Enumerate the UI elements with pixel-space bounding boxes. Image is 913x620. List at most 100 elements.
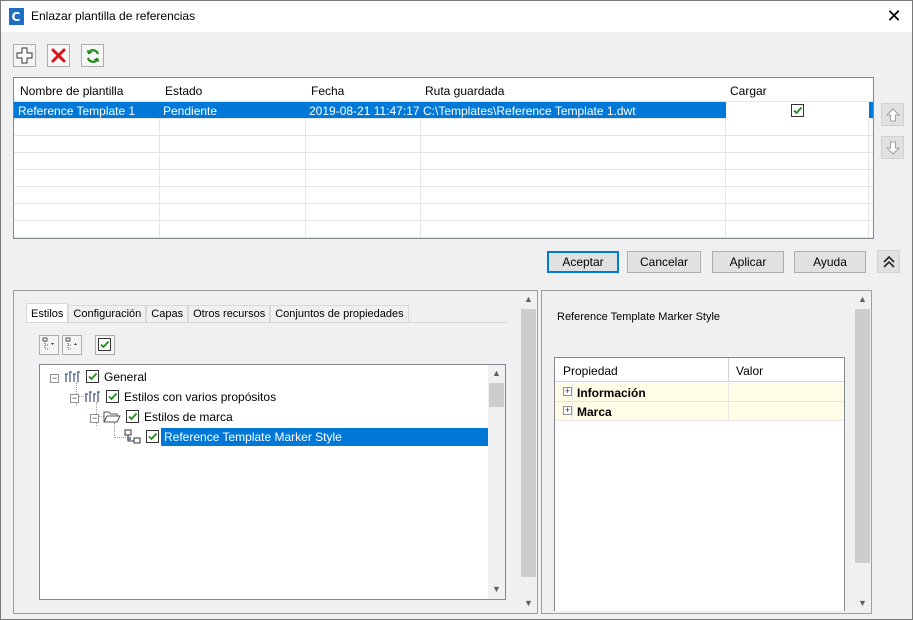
column-divider xyxy=(728,358,729,382)
cell-path: C:\Templates\Reference Template 1.dwt xyxy=(423,104,636,118)
table-row-empty xyxy=(14,204,873,221)
tree-node-general[interactable]: General xyxy=(104,368,147,386)
double-chevron-up-icon xyxy=(882,255,895,268)
scroll-thumb[interactable] xyxy=(489,383,504,407)
tab-other-resources[interactable]: Otros recursos xyxy=(188,305,271,323)
table-row-empty xyxy=(14,170,873,187)
checkmark-icon xyxy=(793,106,803,115)
title-bar: C Enlazar plantilla de referencias ✕ xyxy=(1,1,912,32)
row-indent-divider xyxy=(572,383,573,402)
arrow-down-icon xyxy=(885,141,900,155)
column-header-date[interactable]: Fecha xyxy=(311,84,344,98)
checkmark-icon xyxy=(88,372,98,381)
tree-connector xyxy=(114,422,115,438)
tree-scrollbar[interactable]: ▲ ▼ xyxy=(488,365,505,599)
civil3d-app-icon: C xyxy=(9,8,24,25)
move-down-button[interactable] xyxy=(881,136,904,159)
dialog-window: C Enlazar plantilla de referencias ✕ Nom… xyxy=(0,0,913,620)
cell-status: Pendiente xyxy=(163,104,218,118)
property-row[interactable]: + Marca xyxy=(555,402,844,421)
column-header-load[interactable]: Cargar xyxy=(730,84,767,98)
column-divider xyxy=(728,383,729,402)
column-header-status[interactable]: Estado xyxy=(165,84,202,98)
scroll-thumb[interactable] xyxy=(855,309,870,563)
apply-button[interactable]: Aplicar xyxy=(712,251,784,273)
refresh-icon xyxy=(86,48,99,63)
style-folder-icon xyxy=(85,391,100,402)
scroll-up-icon[interactable]: ▲ xyxy=(520,291,537,308)
collapse-node-icon[interactable]: − xyxy=(90,414,99,423)
node-checkbox[interactable] xyxy=(106,390,119,403)
grid-header: Nombre de plantilla Estado Fecha Ruta gu… xyxy=(14,78,873,102)
tree-collapse-icon xyxy=(65,337,77,350)
scroll-down-icon[interactable]: ▼ xyxy=(854,595,871,612)
table-row-empty xyxy=(14,136,873,153)
row-indent-divider xyxy=(572,402,573,421)
table-row-empty xyxy=(14,187,873,204)
style-folder-icon xyxy=(65,371,80,382)
cell-template-name: Reference Template 1 xyxy=(18,104,136,118)
collapse-node-icon[interactable]: − xyxy=(50,374,59,383)
template-grid: Nombre de plantilla Estado Fecha Ruta gu… xyxy=(13,77,874,239)
load-cell xyxy=(726,102,869,119)
table-row-empty xyxy=(14,153,873,170)
scroll-down-icon[interactable]: ▼ xyxy=(520,595,537,612)
styles-panel: Estilos Configuración Capas Otros recurs… xyxy=(13,290,538,614)
expand-tree-button[interactable] xyxy=(39,335,59,355)
table-row-empty xyxy=(14,221,873,238)
properties-title: Reference Template Marker Style xyxy=(557,311,721,323)
tab-property-sets[interactable]: Conjuntos de propiedades xyxy=(270,305,409,323)
panel-scrollbar[interactable]: ▲ ▼ xyxy=(520,291,537,613)
tab-configuration[interactable]: Configuración xyxy=(68,305,147,323)
column-divider xyxy=(728,402,729,421)
scroll-up-icon[interactable]: ▲ xyxy=(488,365,505,382)
ok-button[interactable]: Aceptar xyxy=(547,251,619,273)
property-grid: Propiedad Valor + Información + Marca xyxy=(554,357,845,611)
panel-scrollbar[interactable]: ▲ ▼ xyxy=(854,291,871,613)
tab-styles[interactable]: Estilos xyxy=(26,303,69,323)
property-category-label: Marca xyxy=(577,405,612,419)
column-header-property[interactable]: Propiedad xyxy=(563,364,618,378)
tree-node-marker-styles[interactable]: Estilos de marca xyxy=(144,408,233,426)
move-up-button[interactable] xyxy=(881,103,904,126)
property-row[interactable]: + Información xyxy=(555,383,844,402)
node-checkbox[interactable] xyxy=(146,430,159,443)
column-header-path[interactable]: Ruta guardada xyxy=(425,84,504,98)
add-template-button[interactable] xyxy=(13,44,36,67)
properties-panel: Reference Template Marker Style Propieda… xyxy=(541,290,872,614)
styles-tree: − General − Estilos con varios propósito… xyxy=(39,364,506,600)
tree-node-reference-template-marker-style[interactable]: Reference Template Marker Style xyxy=(161,428,489,446)
checkmark-icon xyxy=(108,392,118,401)
collapse-node-icon[interactable]: − xyxy=(70,394,79,403)
load-checkbox[interactable] xyxy=(791,104,804,117)
collapse-button[interactable] xyxy=(877,250,900,273)
scroll-down-icon[interactable]: ▼ xyxy=(488,581,505,598)
expand-node-icon[interactable]: + xyxy=(563,406,572,415)
svg-text:C: C xyxy=(12,10,21,24)
tab-layers[interactable]: Capas xyxy=(146,305,189,323)
column-header-value[interactable]: Valor xyxy=(736,364,763,378)
scroll-thumb[interactable] xyxy=(521,309,536,577)
checkmark-icon xyxy=(128,412,138,421)
collapse-tree-button[interactable] xyxy=(62,335,82,355)
tab-underline xyxy=(26,322,508,323)
node-checkbox[interactable] xyxy=(126,410,139,423)
tree-node-multipurpose-styles[interactable]: Estilos con varios propósitos xyxy=(124,388,276,406)
cell-date: 2019-08-21 11:47:17 xyxy=(309,104,420,118)
red-x-icon xyxy=(51,48,66,63)
table-row[interactable]: Reference Template 1 Pendiente 2019-08-2… xyxy=(14,102,873,119)
property-grid-header: Propiedad Valor xyxy=(555,358,844,382)
expand-node-icon[interactable]: + xyxy=(563,387,572,396)
table-row-empty xyxy=(14,119,873,136)
cancel-button[interactable]: Cancelar xyxy=(627,251,701,273)
scroll-up-icon[interactable]: ▲ xyxy=(854,291,871,308)
remove-template-button[interactable] xyxy=(47,44,70,67)
check-all-button[interactable] xyxy=(95,335,115,355)
refresh-button[interactable] xyxy=(81,44,104,67)
column-header-name[interactable]: Nombre de plantilla xyxy=(20,84,123,98)
close-icon[interactable]: ✕ xyxy=(884,6,904,26)
help-button[interactable]: Ayuda xyxy=(794,251,866,273)
tab-strip: Estilos Configuración Capas Otros recurs… xyxy=(26,303,409,323)
node-checkbox[interactable] xyxy=(86,370,99,383)
check-all-checkbox xyxy=(98,338,111,351)
